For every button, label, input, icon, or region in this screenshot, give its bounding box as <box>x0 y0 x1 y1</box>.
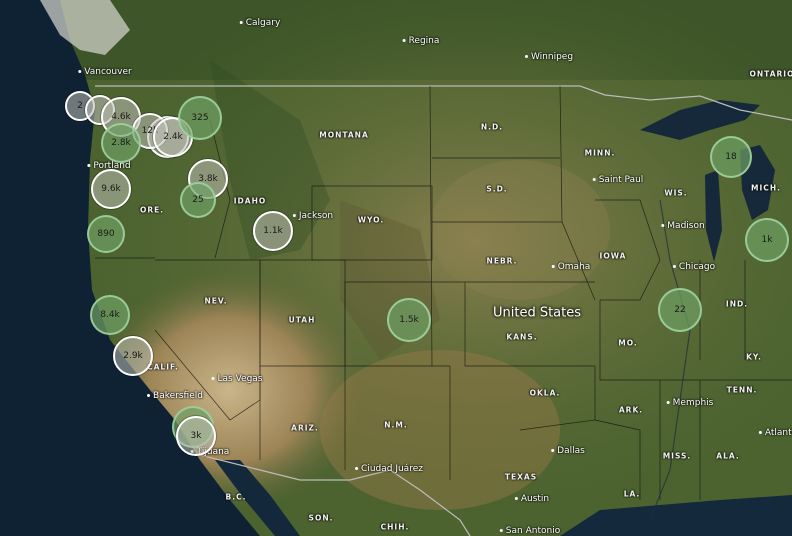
city-name: Madison <box>667 221 705 231</box>
city-label: Winnipeg <box>524 52 574 62</box>
city-name: Chicago <box>678 262 716 272</box>
region-label: B.C. <box>225 492 247 502</box>
city-dot-icon <box>292 214 296 217</box>
region-label: TENN. <box>726 385 758 395</box>
city-label: Omaha <box>551 262 591 272</box>
city-dot-icon <box>524 55 528 58</box>
region-label: CHIH. <box>380 522 410 532</box>
cluster-marker[interactable]: 890 <box>87 215 125 253</box>
region-label: MISS. <box>662 451 692 461</box>
cluster-marker[interactable]: 18 <box>710 136 752 178</box>
region-label: IDAHO <box>233 196 267 206</box>
region-label: N.D. <box>480 122 504 132</box>
city-label: Chicago <box>672 262 716 272</box>
city-name: Las Vegas <box>217 374 263 384</box>
cluster-marker[interactable]: 25 <box>180 182 216 218</box>
cluster-marker[interactable]: 1.5k <box>387 298 431 342</box>
region-label: KY. <box>746 352 762 362</box>
city-dot-icon <box>499 529 503 532</box>
city-dot-icon <box>551 449 555 452</box>
map-canvas[interactable]: MONTANA N.D. MINN. S.D. WIS. MICH. IDAHO ORE. WY… <box>0 0 792 536</box>
city-label: Regina <box>402 36 440 46</box>
cluster-marker[interactable]: 8.4k <box>90 295 130 335</box>
cluster-marker[interactable]: 1.1k <box>253 211 293 251</box>
city-dot-icon <box>514 497 518 500</box>
city-dot-icon <box>592 178 596 181</box>
city-dot-icon <box>78 70 82 73</box>
city-dot-icon <box>551 265 555 268</box>
city-dot-icon <box>661 224 665 227</box>
region-label: CALIF. <box>147 362 179 372</box>
city-label: Saint Paul <box>592 175 644 185</box>
region-label: OKLA. <box>529 388 561 398</box>
region-label: S.D. <box>486 184 508 194</box>
cluster-marker[interactable]: 9.6k <box>91 169 131 209</box>
city-name: Omaha <box>557 262 591 272</box>
city-dot-icon <box>672 265 676 268</box>
city-dot-icon <box>211 377 215 380</box>
city-label: Dallas <box>551 446 585 456</box>
city-label: Atlanta <box>758 428 792 438</box>
city-name: Austin <box>520 494 550 504</box>
region-label: LA. <box>623 489 641 499</box>
city-dot-icon <box>87 164 91 167</box>
city-label: Memphis <box>666 398 714 408</box>
city-name: Calgary <box>245 18 281 28</box>
city-label: Bakersfield <box>147 391 203 401</box>
city-label: Jackson <box>292 211 334 221</box>
region-label: TEXAS <box>504 472 538 482</box>
country-label: United States <box>492 305 582 321</box>
region-label: NEV. <box>204 296 228 306</box>
city-label: Madison <box>661 221 705 231</box>
region-label: ORE. <box>139 205 165 215</box>
region-label: ARK. <box>618 405 644 415</box>
city-label: Ciudad Juárez <box>355 464 423 474</box>
region-label: IOWA <box>599 251 627 261</box>
city-label: Las Vegas <box>211 374 263 384</box>
city-dot-icon <box>402 39 406 42</box>
city-name: Winnipeg <box>530 52 574 62</box>
region-label: MICH. <box>751 183 781 193</box>
region-label: N.M. <box>384 420 408 430</box>
cluster-marker[interactable]: 325 <box>178 96 222 140</box>
city-name: Ciudad Juárez <box>361 464 423 474</box>
region-label: MONTANA <box>319 130 369 140</box>
region-label: SON. <box>308 513 334 523</box>
city-name: Regina <box>408 36 440 46</box>
city-label: Calgary <box>239 18 281 28</box>
city-label: San Antonio <box>499 526 561 536</box>
region-label: WIS. <box>664 188 688 198</box>
region-label: ARIZ. <box>291 423 319 433</box>
city-name: Saint Paul <box>598 175 644 185</box>
region-label: KANS. <box>506 332 538 342</box>
cluster-marker[interactable]: 22 <box>658 288 702 332</box>
cluster-marker[interactable]: 2.9k <box>113 336 153 376</box>
region-label: IND. <box>725 299 749 309</box>
region-label: UTAH <box>288 315 316 325</box>
region-label: ALA. <box>716 451 740 461</box>
region-label: WYO. <box>357 215 385 225</box>
cluster-marker[interactable]: 1k <box>745 218 789 262</box>
city-label: Austin <box>514 494 550 504</box>
city-name: Memphis <box>672 398 714 408</box>
city-dot-icon <box>666 401 670 404</box>
city-dot-icon <box>355 467 359 470</box>
city-name: San Antonio <box>505 526 561 536</box>
region-label: MO. <box>618 338 638 348</box>
city-dot-icon <box>239 21 243 24</box>
city-name: Jackson <box>298 211 334 221</box>
city-name: Atlanta <box>764 428 792 438</box>
city-name: Bakersfield <box>153 391 203 401</box>
city-name: Vancouver <box>84 67 132 77</box>
city-name: Dallas <box>557 446 585 456</box>
city-dot-icon <box>758 431 762 434</box>
region-label: MINN. <box>584 148 616 158</box>
region-label: ONTARIO <box>749 69 792 79</box>
cluster-marker[interactable]: 2.8k <box>101 123 141 163</box>
city-dot-icon <box>147 394 151 397</box>
region-label: NEBR. <box>486 256 518 266</box>
cluster-marker[interactable]: 3k <box>176 416 216 456</box>
city-label: Vancouver <box>78 67 132 77</box>
